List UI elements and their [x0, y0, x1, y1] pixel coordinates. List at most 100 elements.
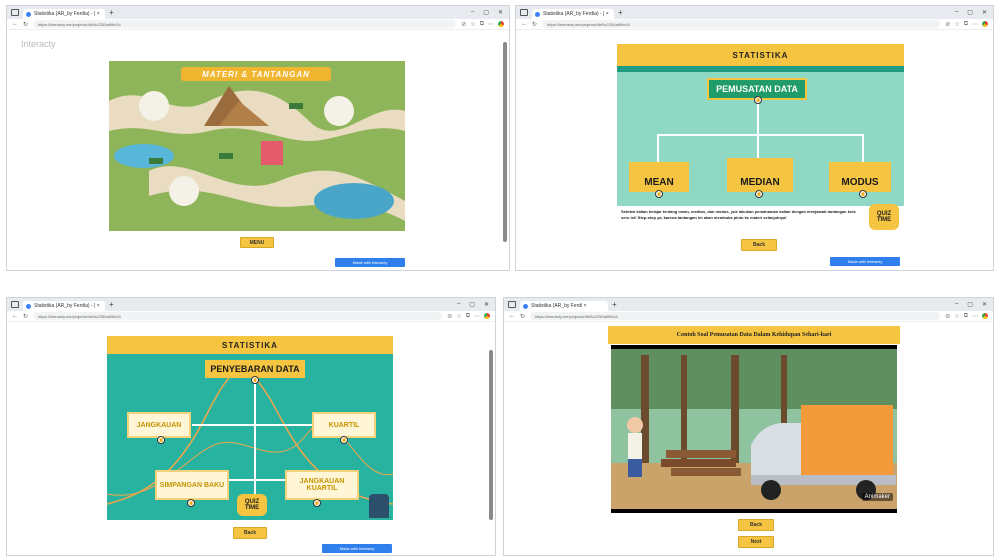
tab-actions-icon[interactable]	[11, 9, 19, 16]
favorite-star-icon[interactable]: ☆	[456, 313, 461, 320]
address-bar: ← ↻ https://interacty.me/projects/4bf4c2…	[516, 19, 993, 30]
back-button[interactable]: Back	[738, 519, 774, 531]
hand-pointer-icon[interactable]: ☝	[313, 499, 321, 507]
collections-icon[interactable]: ⧉	[964, 313, 968, 320]
made-with-badge[interactable]: Made with Interacty	[322, 544, 392, 553]
url-field[interactable]: https://interacty.me/projects/4bf4c2250a…	[542, 20, 941, 28]
modus-box[interactable]: MODUS	[829, 162, 891, 192]
zoom-icon[interactable]: ⊘	[945, 313, 950, 320]
hand-pointer-icon[interactable]: ☝	[859, 190, 867, 198]
hand-pointer-icon[interactable]: ☝	[157, 436, 165, 444]
minimize-icon[interactable]: –	[955, 9, 958, 16]
connector-line	[862, 134, 864, 162]
reload-icon[interactable]: ↻	[532, 21, 537, 28]
next-button[interactable]: Next	[738, 536, 774, 548]
collections-icon[interactable]: ⧉	[466, 313, 470, 320]
mean-box[interactable]: MEAN	[629, 162, 689, 192]
scrollbar[interactable]	[503, 42, 507, 242]
menu-dots-icon[interactable]: ⋯	[972, 21, 978, 28]
minimize-icon[interactable]: –	[471, 9, 474, 16]
back-arrow-icon[interactable]: ←	[521, 21, 527, 27]
minimize-icon[interactable]: –	[955, 301, 958, 308]
menu-button[interactable]: MENU	[240, 237, 274, 248]
favorite-star-icon[interactable]: ☆	[954, 21, 959, 28]
hand-pointer-icon[interactable]: ☝	[251, 376, 259, 384]
url-field[interactable]: https://interacty.me/projects/4bf4c2250a…	[33, 20, 457, 28]
collections-icon[interactable]: ⧉	[964, 21, 968, 28]
jangkauan-kuartil-box[interactable]: JANGKAUAN KUARTIL	[285, 470, 359, 500]
zoom-icon[interactable]: ⊘	[447, 313, 452, 320]
maximize-icon[interactable]: ▢	[483, 9, 489, 16]
hand-pointer-icon[interactable]: ☝	[755, 190, 763, 198]
maximize-icon[interactable]: ▢	[967, 301, 973, 308]
animation-scene	[611, 349, 897, 509]
back-button[interactable]: Back	[741, 239, 777, 251]
menu-dots-icon[interactable]: ⋯	[488, 21, 494, 28]
browser-tab[interactable]: Statistika (AR_by Ferdia) - | ×	[532, 9, 614, 19]
description-text: Setelah kalian belajar tentang mean, med…	[621, 209, 856, 220]
adventure-map	[109, 61, 405, 231]
collections-icon[interactable]: ⧉	[480, 21, 484, 28]
profile-icon[interactable]	[484, 312, 490, 319]
new-tab-icon[interactable]: +	[109, 8, 114, 17]
menu-dots-icon[interactable]: ⋯	[474, 313, 480, 320]
browser-tab[interactable]: Statistika (AR_by Ferdia) - | ×	[23, 301, 105, 311]
made-with-badge[interactable]: Made with Interacty	[830, 257, 900, 266]
url-field[interactable]: https://interacty.me/projects/4bf4c2250a…	[530, 312, 941, 320]
favorite-star-icon[interactable]: ☆	[470, 21, 475, 28]
video-player[interactable]: Animaker	[611, 345, 897, 513]
new-tab-icon[interactable]: +	[109, 300, 114, 309]
browser-tab[interactable]: Statistika (AR_by Ferdi ×	[520, 301, 608, 311]
scrollbar[interactable]	[489, 350, 493, 520]
close-icon[interactable]: ✕	[498, 9, 503, 16]
maximize-icon[interactable]: ▢	[967, 9, 973, 16]
back-arrow-icon[interactable]: ←	[12, 313, 18, 319]
hand-pointer-icon[interactable]: ☝	[187, 499, 195, 507]
close-icon[interactable]: ✕	[982, 301, 987, 308]
profile-icon[interactable]	[498, 20, 504, 27]
close-icon[interactable]: ✕	[484, 301, 489, 308]
reload-icon[interactable]: ↻	[23, 313, 28, 320]
tab-bar: Statistika (AR_by Ferdi × + – ▢ ✕	[504, 298, 993, 311]
toolbar-icons: ⊘ ☆ ⧉ ⋯	[945, 312, 988, 320]
jangkauan-box[interactable]: JANGKAUAN	[127, 412, 191, 438]
new-tab-icon[interactable]: +	[618, 8, 623, 17]
quiz-time-badge[interactable]: QUIZ TIME	[237, 494, 267, 516]
quiz-time-badge[interactable]: QUIZ TIME	[869, 204, 899, 230]
back-button[interactable]: Back	[233, 527, 267, 539]
reload-icon[interactable]: ↻	[520, 313, 525, 320]
hand-pointer-icon[interactable]: ☝	[340, 436, 348, 444]
profile-icon[interactable]	[982, 312, 988, 319]
hand-pointer-icon[interactable]: ☝	[754, 96, 762, 104]
browser-window-3: Statistika (AR_by Ferdia) - | × + – ▢ ✕ ← …	[6, 297, 496, 556]
kuartil-box[interactable]: KUARTIL	[312, 412, 376, 438]
zoom-icon[interactable]: ⊘	[461, 21, 466, 28]
address-bar: ← ↻ https://interacty.me/projects/4bf4c2…	[504, 311, 993, 322]
favorite-star-icon[interactable]: ☆	[954, 313, 959, 320]
median-box[interactable]: MEDIAN	[727, 158, 793, 192]
tab-actions-icon[interactable]	[520, 9, 528, 16]
minimize-icon[interactable]: –	[457, 301, 460, 308]
browser-window-2: Statistika (AR_by Ferdia) - | × + – ▢ ✕ ← …	[515, 5, 994, 271]
back-arrow-icon[interactable]: ←	[509, 313, 515, 319]
animaker-watermark: Animaker	[861, 493, 893, 501]
diagram-area: PEMUSATAN DATA ☝ MEAN MEDIAN MODUS ☝ ☝ ☝	[617, 66, 904, 206]
reload-icon[interactable]: ↻	[23, 21, 28, 28]
zoom-icon[interactable]: ⊘	[945, 21, 950, 28]
url-field[interactable]: https://interacty.me/projects/4bf4c2250a…	[33, 312, 443, 320]
menu-dots-icon[interactable]: ⋯	[972, 313, 978, 320]
tab-bar: Statistika (AR_by Ferdia) - | × + – ▢ ✕	[516, 6, 993, 19]
screenshot-grid: Statistika (AR_by Ferdia) - | × + – ▢ ✕ ← …	[0, 0, 998, 558]
tab-actions-icon[interactable]	[508, 301, 516, 308]
back-arrow-icon[interactable]: ←	[12, 21, 18, 27]
window-controls: – ▢ ✕	[471, 9, 509, 16]
profile-icon[interactable]	[982, 20, 988, 27]
tab-actions-icon[interactable]	[11, 301, 19, 308]
browser-tab[interactable]: Statistika (AR_by Ferdia) - | ×	[23, 9, 105, 19]
maximize-icon[interactable]: ▢	[469, 301, 475, 308]
hand-pointer-icon[interactable]: ☝	[655, 190, 663, 198]
simpangan-baku-box[interactable]: SIMPANGAN BAKU	[155, 470, 229, 500]
made-with-badge[interactable]: Made with Interacty	[335, 258, 405, 267]
new-tab-icon[interactable]: +	[612, 300, 617, 309]
close-icon[interactable]: ✕	[982, 9, 987, 16]
